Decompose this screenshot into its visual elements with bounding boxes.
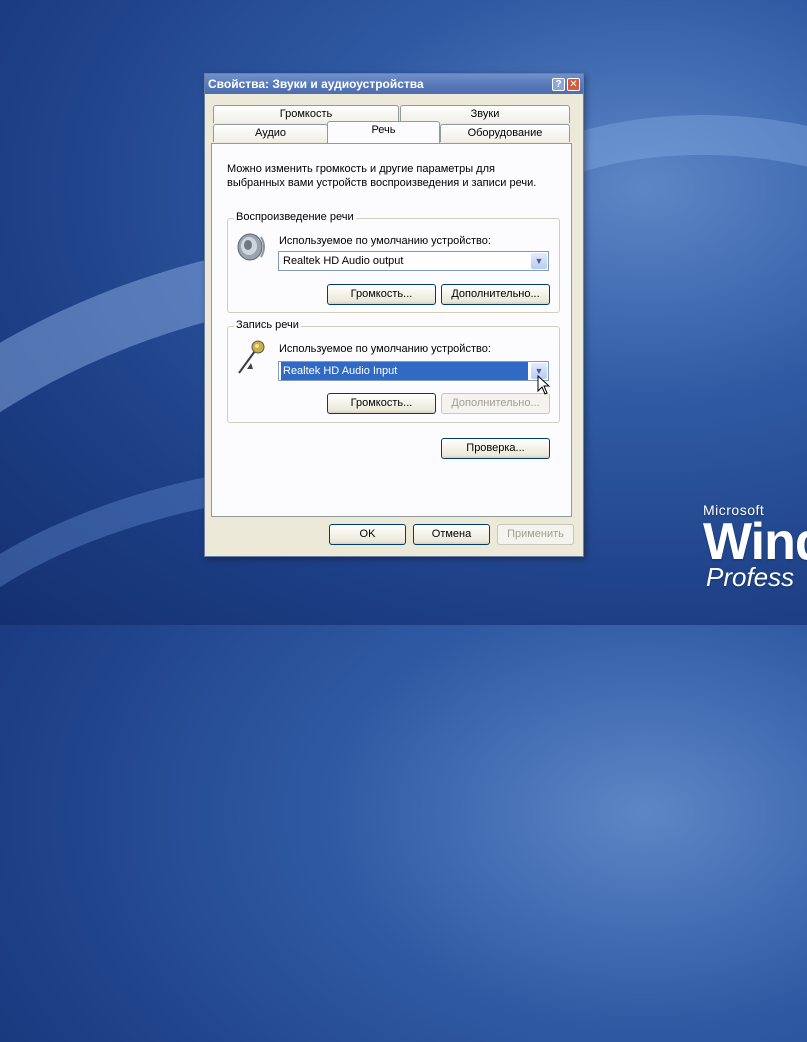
recording-device-label: Используемое по умолчанию устройство: — [279, 343, 491, 355]
playback-advanced-button[interactable]: Дополнительно... — [441, 284, 550, 305]
recording-device-select[interactable]: Realtek HD Audio Input ▼ — [278, 361, 549, 381]
cancel-button[interactable]: Отмена — [413, 524, 490, 545]
panel-description: Можно изменить громкость и другие параме… — [227, 162, 536, 190]
description-line-1: Можно изменить громкость и другие параме… — [227, 163, 495, 175]
playback-device-label: Используемое по умолчанию устройство: — [279, 235, 491, 247]
chevron-down-icon[interactable]: ▼ — [531, 253, 547, 269]
ok-button[interactable]: OK — [329, 524, 406, 545]
window-title: Свойства: Звуки и аудиоустройства — [208, 77, 424, 91]
recording-legend: Запись речи — [234, 319, 301, 331]
tab-audio[interactable]: Аудио — [213, 124, 328, 142]
tab-hardware[interactable]: Оборудование — [440, 124, 570, 142]
recording-advanced-button[interactable]: Дополнительно... — [441, 393, 550, 414]
playback-legend: Воспроизведение речи — [234, 211, 356, 223]
mouse-pointer-icon — [537, 375, 551, 395]
windows-logo-text: Microsoft Wind Profess — [703, 502, 807, 590]
apply-button[interactable]: Применить — [497, 524, 574, 545]
microphone-icon — [233, 339, 269, 375]
brand-edition: Profess — [706, 562, 795, 592]
test-button[interactable]: Проверка... — [441, 438, 550, 459]
playback-device-value: Realtek HD Audio output — [283, 255, 404, 267]
recording-device-value: Realtek HD Audio Input — [281, 362, 528, 380]
tab-voice[interactable]: Речь — [327, 121, 440, 143]
playback-volume-button[interactable]: Громкость... — [327, 284, 436, 305]
recording-volume-button[interactable]: Громкость... — [327, 393, 436, 414]
playback-device-select[interactable]: Realtek HD Audio output ▼ — [278, 251, 549, 271]
brand-large: Wind — [703, 513, 807, 571]
description-line-2: выбранных вами устройств воспроизведения… — [227, 177, 537, 189]
speaker-icon — [233, 229, 269, 265]
close-button[interactable]: ✕ — [567, 77, 580, 91]
title-bar[interactable]: Свойства: Звуки и аудиоустройства ? ✕ — [205, 74, 583, 94]
help-button[interactable]: ? — [552, 77, 565, 91]
